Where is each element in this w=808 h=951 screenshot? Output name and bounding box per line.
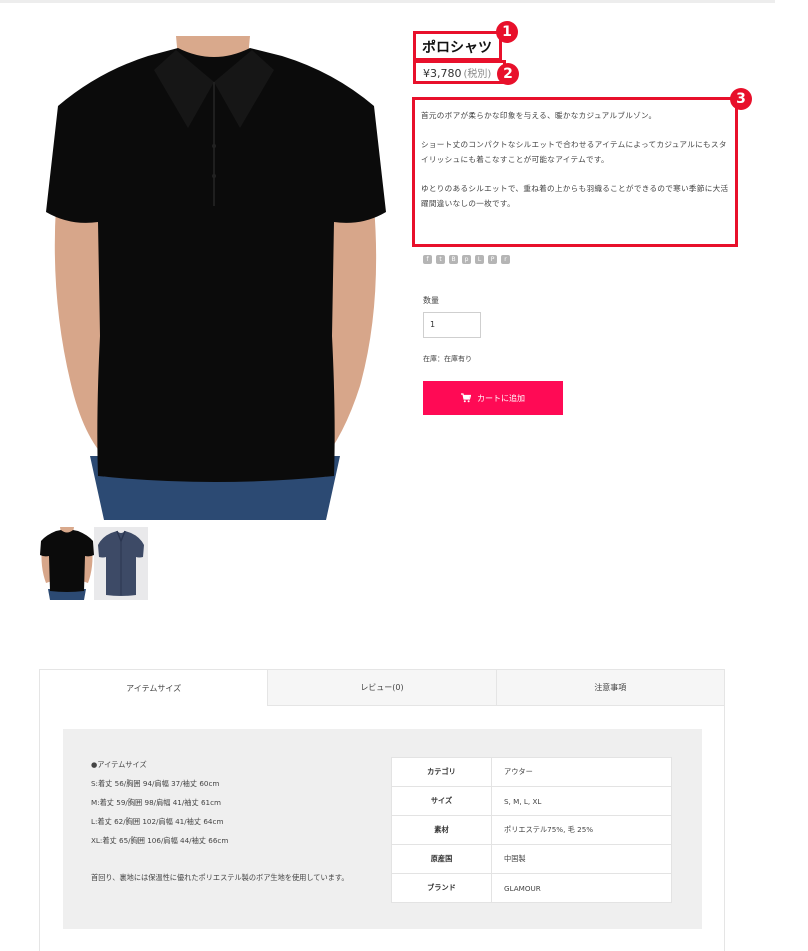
cart-icon bbox=[461, 393, 471, 403]
table-row: 素材 ポリエステル75%, 毛 25% bbox=[391, 815, 672, 845]
annotation-badge-2: 2 bbox=[497, 63, 519, 85]
size-line: M:着丈 59/胸囲 98/肩幅 41/袖丈 61cm bbox=[91, 798, 222, 807]
spec-value: GLAMOUR bbox=[491, 873, 672, 903]
product-description-highlight: 首元のボアが柔らかな印象を与える、暖かなカジュアルブルゾン。 ショート丈のコンパ… bbox=[412, 97, 738, 247]
tab-bar: アイテムサイズ レビュー(0) 注意事項 bbox=[40, 670, 724, 706]
pinterest-icon[interactable]: P bbox=[488, 255, 497, 264]
annotation-badge-1: 1 bbox=[496, 21, 518, 43]
quantity-label: 数量 bbox=[423, 296, 439, 305]
table-row: 原産国 中国製 bbox=[391, 844, 672, 874]
add-to-cart-button[interactable]: カートに追加 bbox=[423, 381, 563, 415]
size-line: XL:着丈 65/胸囲 106/肩幅 44/袖丈 66cm bbox=[91, 836, 229, 845]
spec-value: 中国製 bbox=[491, 844, 672, 874]
table-row: ブランド GLAMOUR bbox=[391, 873, 672, 903]
spec-key: ブランド bbox=[391, 873, 492, 903]
spec-table: カテゴリ アウター サイズ S, M, L, XL 素材 ポリエステル75%, … bbox=[391, 757, 672, 903]
tab-item-size[interactable]: アイテムサイズ bbox=[40, 670, 268, 706]
table-row: サイズ S, M, L, XL bbox=[391, 786, 672, 816]
rss-icon[interactable]: r bbox=[501, 255, 510, 264]
price-value: ¥3,780 bbox=[423, 67, 462, 80]
product-details-tabs: アイテムサイズ レビュー(0) 注意事項 ●アイテムサイズ S:着丈 56/胸囲… bbox=[39, 669, 725, 951]
size-note: 首回り、裏地には保温性に優れたポリエステル製のボア生地を使用しています。 bbox=[91, 873, 349, 882]
quantity-input[interactable]: 1 bbox=[423, 312, 481, 338]
product-price: ¥3,780 (税別) bbox=[423, 65, 491, 80]
size-tab-panel: ●アイテムサイズ S:着丈 56/胸囲 94/肩幅 37/袖丈 60cm M:着… bbox=[63, 729, 702, 929]
add-to-cart-label: カートに追加 bbox=[477, 393, 525, 403]
spec-value: アウター bbox=[491, 757, 672, 787]
size-line: S:着丈 56/胸囲 94/肩幅 37/袖丈 60cm bbox=[91, 779, 220, 788]
facebook-icon[interactable]: f bbox=[423, 255, 432, 264]
pocket-icon[interactable]: p bbox=[462, 255, 471, 264]
product-description: 首元のボアが柔らかな印象を与える、暖かなカジュアルブルゾン。 ショート丈のコンパ… bbox=[421, 108, 729, 211]
stock-status: 在庫：在庫有り bbox=[423, 355, 472, 363]
product-main-image[interactable] bbox=[44, 36, 386, 520]
spec-key: 素材 bbox=[391, 815, 492, 845]
line-icon[interactable]: L bbox=[475, 255, 484, 264]
spec-key: カテゴリ bbox=[391, 757, 492, 787]
table-row: カテゴリ アウター bbox=[391, 757, 672, 787]
description-paragraph: ゆとりのあるシルエットで、重ね着の上からも羽織ることができるので寒い季節に大活躍… bbox=[421, 184, 729, 208]
thumbnail-navy-shirt[interactable] bbox=[94, 527, 148, 600]
spec-key: サイズ bbox=[391, 786, 492, 816]
spec-value: S, M, L, XL bbox=[491, 786, 672, 816]
description-paragraph: 首元のボアが柔らかな印象を与える、暖かなカジュアルブルゾン。 bbox=[421, 111, 657, 120]
description-paragraph: ショート丈のコンパクトなシルエットで合わせるアイテムによってカジュアルにもスタイ… bbox=[421, 140, 727, 164]
annotation-badge-3: 3 bbox=[730, 88, 752, 110]
size-info: ●アイテムサイズ S:着丈 56/胸囲 94/肩幅 37/袖丈 60cm M:着… bbox=[91, 755, 381, 887]
product-title: ポロシャツ bbox=[422, 40, 492, 56]
spec-value: ポリエステル75%, 毛 25% bbox=[491, 815, 672, 845]
spec-key: 原産国 bbox=[391, 844, 492, 874]
tab-notes[interactable]: 注意事項 bbox=[495, 670, 724, 706]
twitter-icon[interactable]: t bbox=[436, 255, 445, 264]
top-divider bbox=[0, 0, 775, 3]
hatena-icon[interactable]: B bbox=[449, 255, 458, 264]
size-line: L:着丈 62/胸囲 102/肩幅 41/袖丈 64cm bbox=[91, 817, 224, 826]
size-heading: ●アイテムサイズ bbox=[91, 760, 147, 769]
product-price-highlight: ¥3,780 (税別) bbox=[413, 60, 506, 84]
tab-reviews[interactable]: レビュー(0) bbox=[267, 670, 496, 706]
price-tax-note: (税別) bbox=[463, 69, 492, 80]
share-icons: f t B p L P r bbox=[423, 255, 510, 264]
thumbnail-black-polo[interactable] bbox=[40, 527, 94, 600]
product-title-highlight: ポロシャツ bbox=[413, 31, 502, 61]
